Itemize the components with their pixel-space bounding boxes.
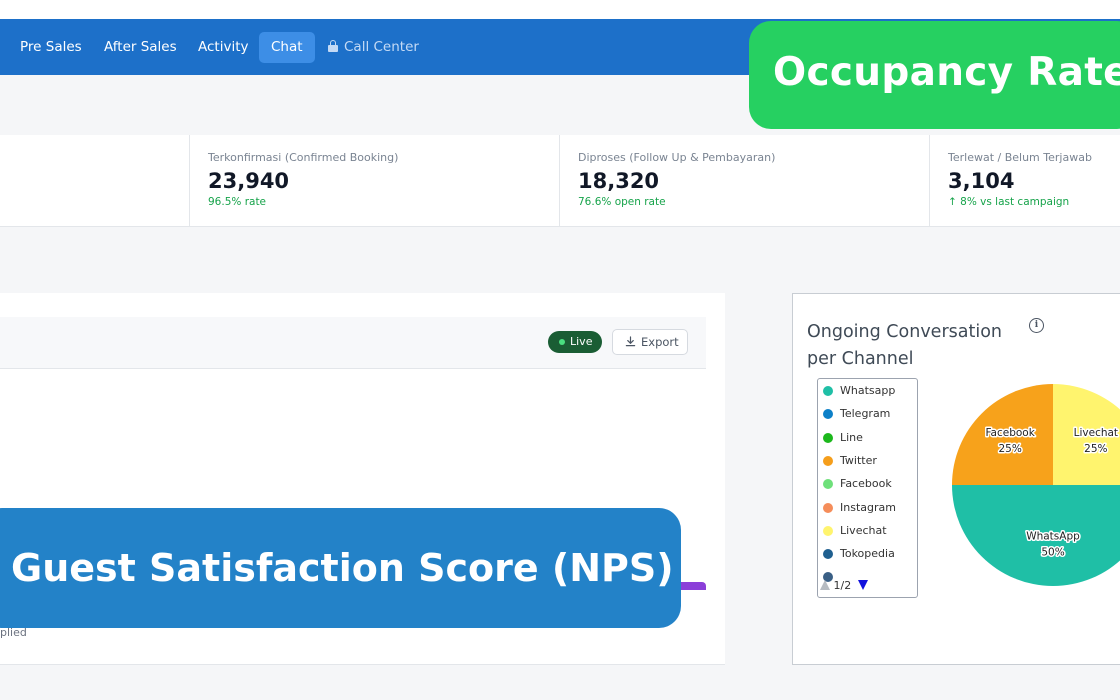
stat-missed: Terlewat / Belum Terjawab 3,104 ↑ 8% vs … [929, 135, 1120, 227]
stat-sub: 76.6% open rate [578, 196, 666, 208]
pie-label-value: 25% [998, 443, 1021, 455]
occupancy-rate-banner: Occupancy Rate [749, 21, 1120, 129]
pie-label-value: 25% [1084, 443, 1107, 455]
pie-label-name: WhatsApp [1026, 531, 1080, 543]
download-icon [625, 336, 636, 347]
stat-value: 18,320 [578, 169, 660, 193]
nav-call-center[interactable]: Call Center [328, 32, 419, 63]
nav-after-sales[interactable]: After Sales [104, 32, 177, 63]
live-label: Live [570, 335, 593, 348]
stat-label: Terkonfirmasi (Confirmed Booking) [208, 151, 399, 164]
stat-value: 23,940 [208, 169, 290, 193]
nav-chat[interactable]: Chat [259, 32, 315, 63]
live-dot-icon [559, 339, 565, 345]
stat-confirmed: Terkonfirmasi (Confirmed Booking) 23,940… [189, 135, 560, 227]
stat-label: Diproses (Follow Up & Pembayaran) [578, 151, 776, 164]
export-button[interactable]: Export [612, 329, 688, 355]
stat-processed: Diproses (Follow Up & Pembayaran) 18,320… [559, 135, 930, 227]
stats-row: Terkonfirmasi (Confirmed Booking) 23,940… [0, 135, 1120, 227]
lock-icon [328, 40, 338, 52]
channel-pie-chart: WhatsApp 50% Facebook 25% Livechat 25% [952, 384, 1120, 586]
occupancy-rate-label: Occupancy Rate [773, 50, 1120, 95]
top-strip [0, 0, 1120, 19]
pie-label-value: 50% [1041, 547, 1064, 559]
export-label: Export [641, 335, 679, 349]
stat-sub: 96.5% rate [208, 196, 267, 208]
pie-label-name: Livechat [1074, 427, 1118, 439]
pie-label-name: Facebook [985, 427, 1035, 439]
stat-value: 3,104 [948, 169, 1015, 193]
panel-header: Live Export [0, 317, 706, 369]
nav-activity[interactable]: Activity [198, 32, 249, 63]
channel-chart-card: Ongoing Conversation per Channel i Whats… [792, 293, 1120, 665]
nav-pre-sales[interactable]: Pre Sales [20, 32, 82, 63]
stat-sub: ↑ 8% vs last campaign [948, 196, 1070, 208]
nav-call-center-label: Call Center [344, 39, 419, 55]
nps-label: Guest Satisfaction Score (NPS) [11, 546, 674, 590]
stat-label: Terlewat / Belum Terjawab [948, 151, 1092, 164]
live-badge: Live [548, 331, 602, 353]
nps-banner: Guest Satisfaction Score (NPS) [0, 508, 681, 628]
